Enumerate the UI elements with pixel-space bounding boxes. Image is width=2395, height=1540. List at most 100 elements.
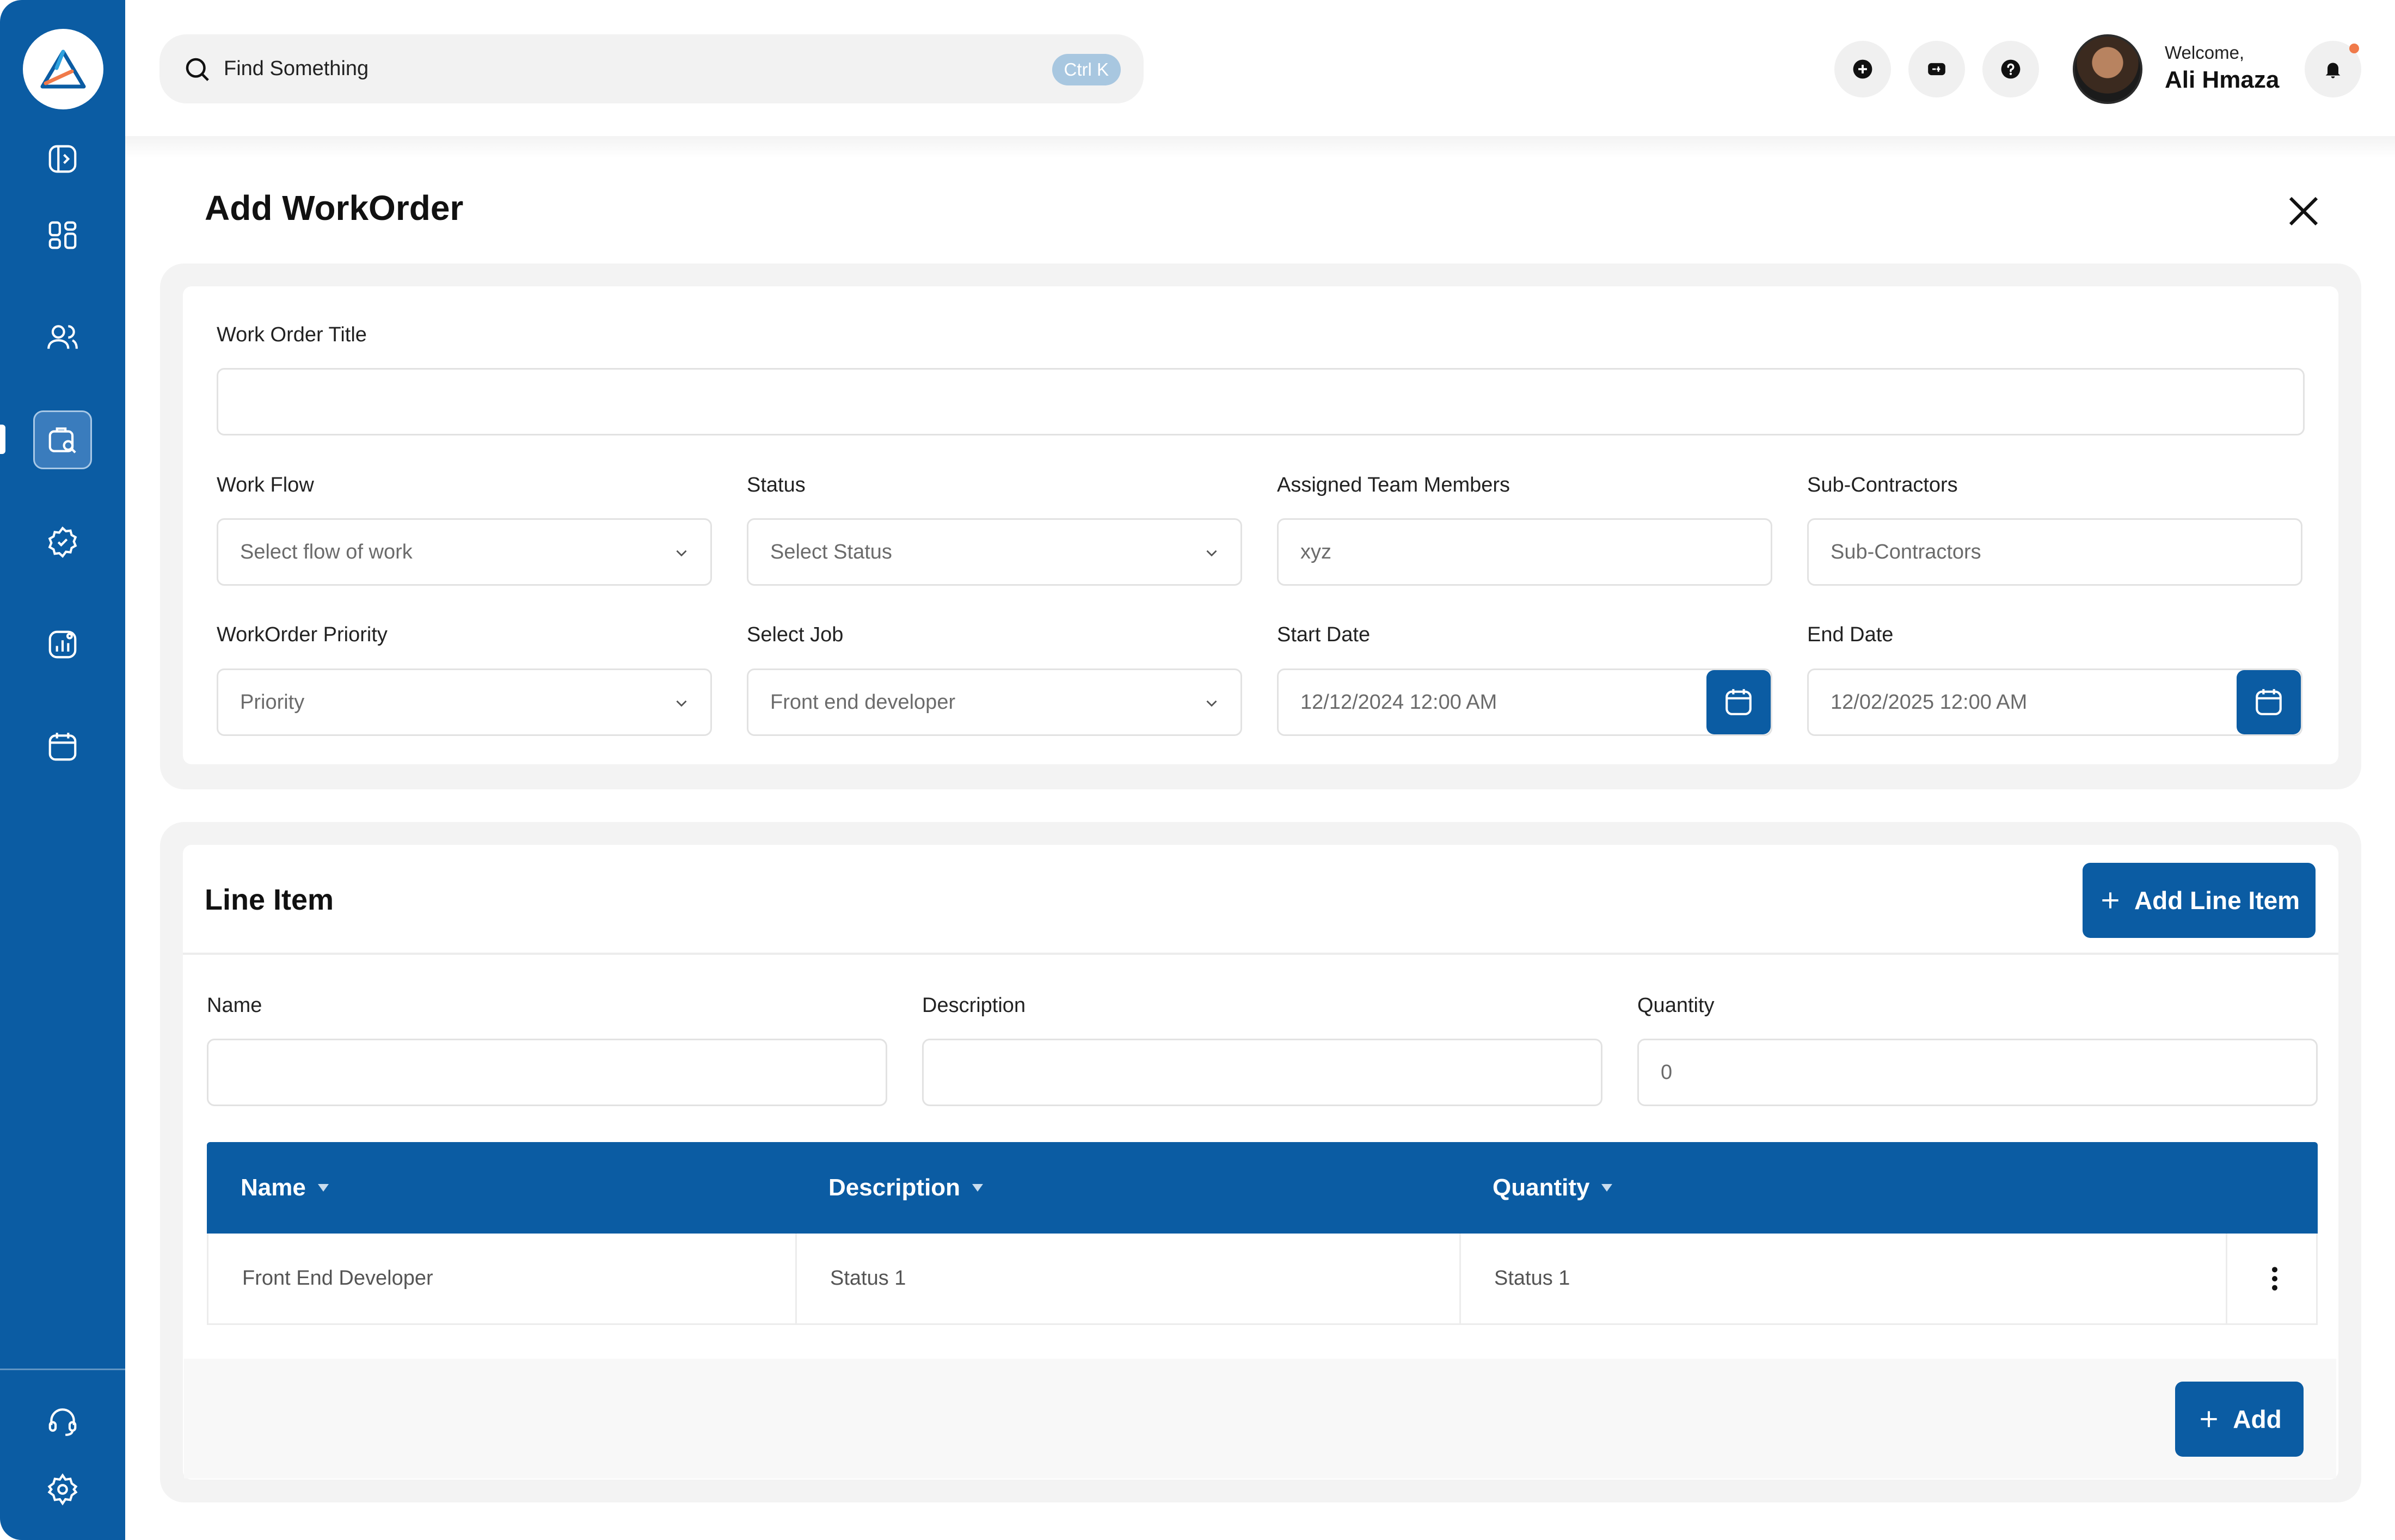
workflow-placeholder: Select flow of work	[240, 540, 413, 563]
team-members-input[interactable]: xyz	[1277, 518, 1772, 586]
column-header-description[interactable]: Description	[828, 1142, 984, 1234]
cell-divider	[795, 1234, 797, 1323]
sort-down-icon	[317, 1184, 329, 1192]
help-icon	[2001, 59, 2021, 79]
add-line-item-label: Add Line Item	[2134, 886, 2300, 915]
cell-divider	[1459, 1234, 1461, 1323]
start-date-input[interactable]: 12/12/2024 12:00 AM	[1277, 668, 1772, 736]
username: Ali Hmaza	[2165, 66, 2280, 93]
subcontractors-input[interactable]: Sub-Contractors	[1807, 518, 2302, 586]
workflow-label: Work Flow	[217, 474, 314, 496]
work-order-title-label: Work Order Title	[217, 323, 367, 346]
team-members-placeholder: xyz	[1300, 540, 1331, 563]
job-select[interactable]: Front end developer	[747, 668, 1242, 736]
line-quantity-placeholder: 0	[1661, 1060, 1673, 1084]
support-icon[interactable]	[33, 1391, 92, 1450]
help-button[interactable]	[1982, 41, 2039, 97]
media-icon	[1928, 63, 1945, 76]
search-bar[interactable]: Find Something Ctrl K	[159, 34, 1144, 103]
cell-quantity: Status 1	[1494, 1267, 1570, 1290]
notification-dot	[2349, 44, 2359, 53]
job-label: Select Job	[747, 623, 844, 646]
subcontractors-label: Sub-Contractors	[1807, 474, 1958, 496]
dashboard-icon[interactable]	[33, 206, 92, 265]
subcontractors-placeholder: Sub-Contractors	[1831, 540, 1981, 563]
search-shortcut-badge: Ctrl K	[1052, 54, 1121, 85]
work-order-title-input[interactable]	[217, 368, 2305, 435]
status-select[interactable]: Select Status	[747, 518, 1242, 586]
settings-icon[interactable]	[33, 1460, 92, 1519]
status-placeholder: Select Status	[770, 540, 892, 563]
page-title: Add WorkOrder	[205, 188, 464, 228]
line-name-input[interactable]	[207, 1039, 887, 1106]
chevron-down-icon	[1206, 700, 1217, 707]
add-line-item-button[interactable]: Add Line Item	[2083, 863, 2316, 938]
search-icon	[186, 58, 209, 81]
more-vertical-icon	[2272, 1266, 2277, 1291]
end-date-value: 12/02/2025 12:00 AM	[1831, 690, 2028, 714]
chevron-down-icon	[1206, 550, 1217, 557]
priority-placeholder: Priority	[240, 690, 305, 714]
priority-label: WorkOrder Priority	[217, 623, 388, 646]
line-description-label: Description	[922, 994, 1026, 1017]
column-header-quantity[interactable]: Quantity	[1493, 1142, 1613, 1234]
status-label: Status	[747, 474, 806, 496]
line-item-title: Line Item	[205, 883, 334, 916]
cell-divider	[2226, 1234, 2227, 1323]
cell-name: Front End Developer	[242, 1267, 433, 1290]
reports-icon[interactable]	[33, 615, 92, 674]
sort-down-icon	[972, 1184, 984, 1192]
line-quantity-input[interactable]: 0	[1637, 1039, 2318, 1106]
sidebar	[0, 0, 125, 1540]
start-date-value: 12/12/2024 12:00 AM	[1300, 690, 1497, 714]
chevron-down-icon	[676, 550, 687, 557]
end-date-input[interactable]: 12/02/2025 12:00 AM	[1807, 668, 2302, 736]
line-item-divider	[183, 953, 2338, 955]
line-quantity-label: Quantity	[1637, 994, 1715, 1017]
media-button[interactable]	[1908, 41, 1965, 97]
calendar-icon	[1725, 689, 1752, 715]
line-items-table-header: Name Description Quantity	[207, 1142, 2318, 1234]
line-item-footer	[184, 1359, 2336, 1478]
topbar-shadow	[125, 136, 2395, 158]
start-date-label: Start Date	[1277, 623, 1371, 646]
team-members-label: Assigned Team Members	[1277, 474, 1510, 496]
app-logo[interactable]	[23, 29, 103, 109]
sort-down-icon	[1601, 1184, 1613, 1192]
line-name-label: Name	[207, 994, 262, 1017]
sidebar-toggle-icon[interactable]	[33, 130, 92, 188]
sidebar-divider	[0, 1369, 125, 1370]
table-row[interactable]: Front End Developer Status 1 Status 1	[207, 1234, 2318, 1325]
welcome-text: Welcome,	[2165, 42, 2245, 63]
plus-icon	[2201, 1411, 2217, 1427]
column-header-name[interactable]: Name	[241, 1142, 329, 1234]
active-nav-marker	[0, 425, 5, 454]
search-placeholder: Find Something	[224, 57, 369, 80]
add-button-label: Add	[2233, 1405, 2282, 1433]
calendar-icon[interactable]	[33, 717, 92, 776]
calendar-icon	[2256, 689, 2282, 715]
plus-icon	[2102, 892, 2118, 909]
users-icon[interactable]	[33, 308, 92, 367]
add-circle-button[interactable]	[1834, 41, 1891, 97]
start-date-picker-button[interactable]	[1706, 670, 1771, 734]
plus-circle-icon	[1853, 59, 1872, 79]
badge-icon[interactable]	[33, 513, 92, 572]
column-header-quantity-label: Quantity	[1493, 1174, 1590, 1201]
cell-description: Status 1	[830, 1267, 906, 1290]
row-actions-button[interactable]	[2253, 1234, 2296, 1323]
end-date-label: End Date	[1807, 623, 1894, 646]
line-description-input[interactable]	[922, 1039, 1602, 1106]
avatar[interactable]	[2073, 34, 2142, 104]
bell-icon	[2325, 63, 2341, 78]
close-icon[interactable]	[2284, 192, 2323, 231]
work-orders-icon[interactable]	[33, 410, 92, 469]
chevron-down-icon	[676, 700, 687, 707]
add-button[interactable]: Add	[2175, 1382, 2304, 1457]
column-header-description-label: Description	[828, 1174, 961, 1201]
workflow-select[interactable]: Select flow of work	[217, 518, 712, 586]
end-date-picker-button[interactable]	[2237, 670, 2301, 734]
job-value: Front end developer	[770, 690, 956, 714]
priority-select[interactable]: Priority	[217, 668, 712, 736]
column-header-name-label: Name	[241, 1174, 306, 1201]
